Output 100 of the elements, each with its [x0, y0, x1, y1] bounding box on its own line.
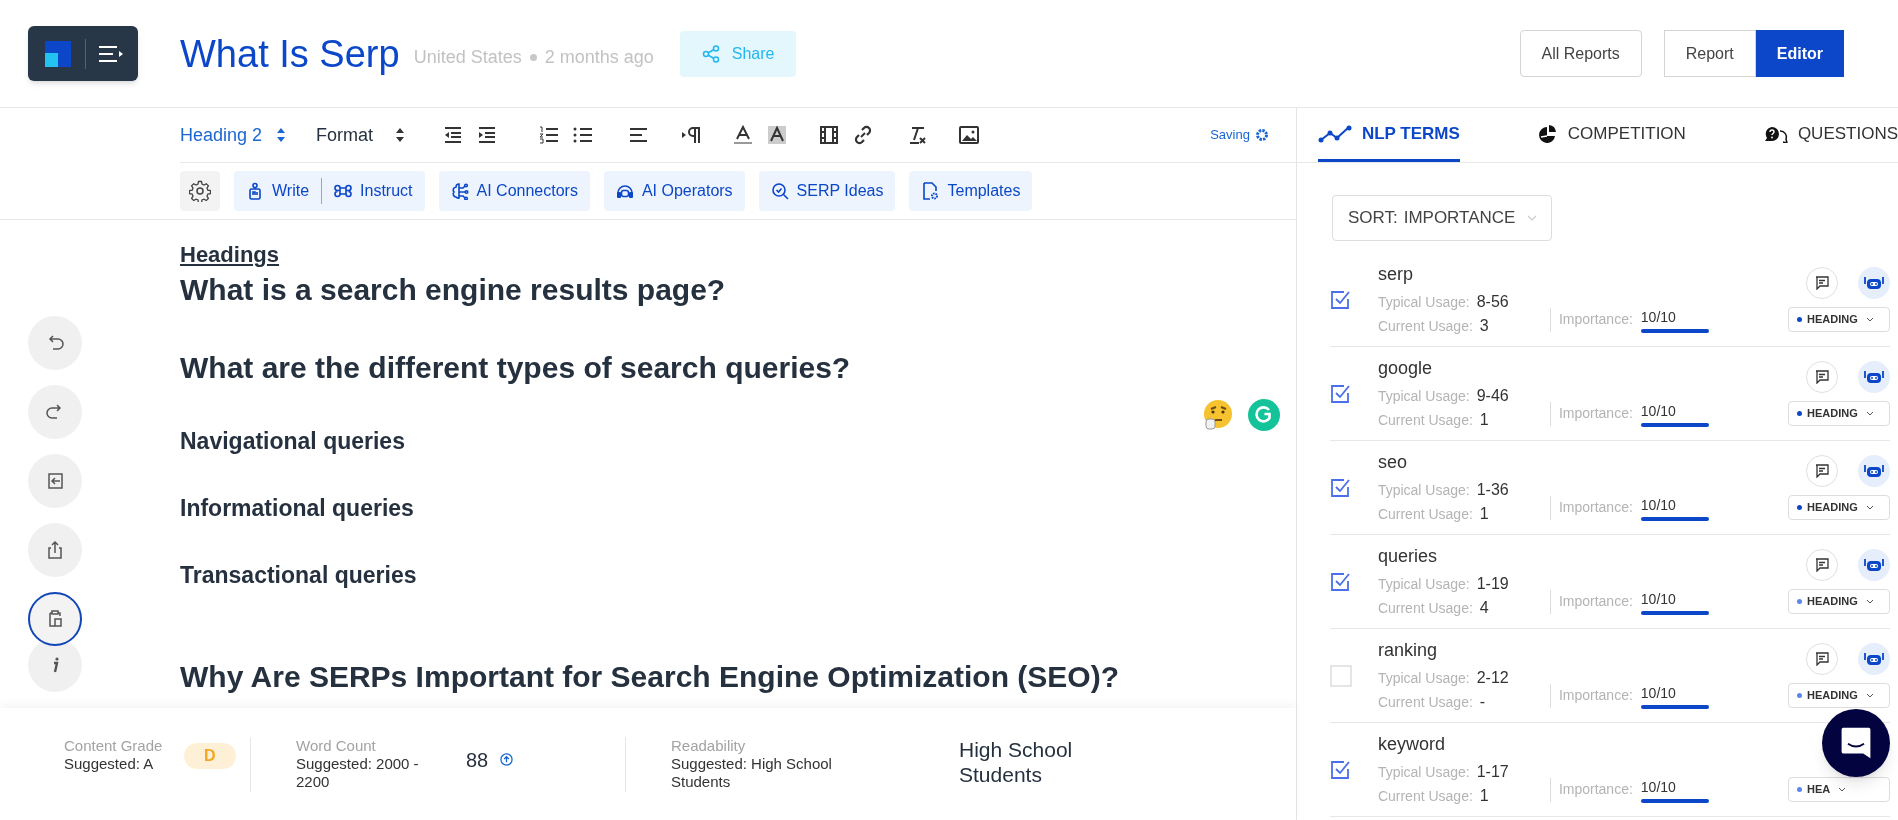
ai-tool-button[interactable]: Instruct	[334, 179, 413, 203]
text-color-button[interactable]	[733, 125, 754, 145]
film-button[interactable]	[819, 125, 840, 145]
section-tag-dropdown[interactable]: HEADING	[1788, 307, 1890, 332]
usage-value: 9-46	[1476, 385, 1509, 406]
checkbox-checked-icon[interactable]	[1329, 383, 1350, 404]
section-tag-dropdown[interactable]: HEADING	[1788, 589, 1890, 614]
chevron-down-icon	[1838, 787, 1847, 792]
ai-assist-button[interactable]	[1858, 455, 1890, 487]
comment-icon	[1815, 370, 1829, 384]
chat-launcher-button[interactable]	[1822, 709, 1890, 777]
robot-icon	[1864, 558, 1884, 572]
image-icon	[959, 125, 980, 145]
command-key-icon	[334, 182, 353, 200]
checkbox-checked-icon[interactable]	[1329, 571, 1350, 592]
block-format-dropdown[interactable]: Heading 2	[180, 121, 287, 149]
heading-three: Informational queries	[180, 494, 414, 523]
usage-label: Current Usage:	[1377, 410, 1473, 430]
sort-caret-icon	[276, 127, 287, 143]
usage-value: 1	[1479, 785, 1489, 806]
ai-assist-button[interactable]	[1858, 549, 1890, 581]
sort-dropdown[interactable]: SORT: IMPORTANCE	[1331, 195, 1552, 241]
section-label: Headings	[180, 241, 280, 269]
highlight-color-button[interactable]	[767, 125, 788, 145]
panel-tab[interactable]: QUESTIONS	[1763, 108, 1898, 162]
numbered-list-button[interactable]	[539, 125, 560, 145]
metric-label: Content Grade	[64, 736, 164, 755]
checkbox-checked-icon[interactable]	[1329, 477, 1350, 498]
section-tag-dropdown[interactable]: HEA	[1788, 777, 1890, 802]
view-toggle-button[interactable]: Report	[1663, 30, 1756, 77]
text-color-icon	[733, 125, 754, 145]
ai-tool-button[interactable]: Write	[246, 179, 310, 203]
term-name: keyword	[1377, 732, 1445, 756]
bullet-list-button[interactable]	[573, 125, 594, 145]
usage-value: 2-12	[1476, 667, 1509, 688]
robot-icon	[1864, 652, 1884, 666]
bullet-list-icon	[573, 125, 594, 145]
align-left-button[interactable]	[629, 125, 650, 145]
importance-label: Importance:	[1558, 592, 1633, 611]
importance-label: Importance:	[1558, 686, 1633, 705]
ai-assist-button[interactable]	[1858, 643, 1890, 675]
settings-button[interactable]	[180, 171, 220, 211]
logo-menu-button[interactable]	[28, 26, 138, 81]
outdent-button[interactable]	[443, 125, 464, 145]
film-icon	[819, 125, 840, 145]
clear-format-button[interactable]	[907, 125, 928, 145]
document-gear-icon	[921, 182, 940, 200]
link-button[interactable]	[853, 125, 874, 145]
comment-icon	[1815, 464, 1829, 478]
view-toggle-button[interactable]: Editor	[1755, 30, 1844, 77]
ai-assist-button[interactable]	[1858, 267, 1890, 299]
usage-value: 1-17	[1476, 761, 1509, 782]
paragraph-direction-button[interactable]	[681, 125, 702, 145]
heading-two: Why Are SERPs Important for Search Engine Optimization (SEO)?	[180, 659, 1119, 695]
comment-icon	[1815, 652, 1829, 666]
share-icon	[701, 44, 720, 63]
heading-three: Navigational queries	[180, 427, 405, 456]
side-tool-button[interactable]	[28, 592, 82, 646]
indent-button[interactable]	[477, 125, 498, 145]
robot-icon	[1864, 464, 1884, 478]
paragraph-direction-icon	[681, 125, 702, 145]
chevron-down-icon	[1865, 411, 1874, 416]
format-dropdown[interactable]: Format	[316, 121, 406, 149]
section-tag-dropdown[interactable]: HEADING	[1788, 401, 1890, 426]
term-name: seo	[1377, 450, 1407, 474]
chat-icon	[1840, 726, 1872, 760]
outdent-icon	[443, 125, 464, 145]
checkbox-checked-icon[interactable]	[1329, 759, 1350, 780]
section-tag-dropdown[interactable]: HEADING	[1788, 683, 1890, 708]
panel-tab[interactable]: COMPETITION	[1537, 108, 1686, 162]
usage-label: Current Usage:	[1377, 598, 1473, 618]
gear-icon	[1253, 127, 1270, 143]
importance-value: 10/10	[1640, 590, 1676, 608]
section-tag-dropdown[interactable]: HEADING	[1788, 495, 1890, 520]
robot-icon	[1864, 370, 1884, 384]
ai-assist-button[interactable]	[1858, 361, 1890, 393]
indent-icon	[477, 125, 498, 145]
readability-value: High School Students	[959, 736, 1074, 787]
pie-chart-icon	[1537, 124, 1558, 143]
importance-value: 10/10	[1640, 402, 1676, 420]
numbered-list-icon	[539, 125, 560, 145]
usage-value: -	[1479, 691, 1486, 712]
importance-value: 10/10	[1640, 496, 1676, 514]
all-reports-button[interactable]: All Reports	[1519, 30, 1642, 77]
usage-label: Typical Usage:	[1377, 292, 1470, 312]
comment-icon	[1815, 558, 1829, 572]
panel-tab[interactable]: NLP TERMS	[1317, 108, 1460, 162]
brain-circuit-icon	[450, 182, 469, 200]
importance-value: 10/10	[1640, 684, 1676, 702]
heading-two: What is a search engine results page?	[180, 272, 726, 308]
highlight-color-icon	[767, 125, 788, 145]
suggested-text: Suggested: 2000 - 2200	[296, 754, 420, 791]
chevron-down-icon	[1527, 215, 1538, 221]
checkbox-checked-icon[interactable]	[1329, 289, 1350, 310]
term-name: serp	[1377, 262, 1413, 286]
location-text: United States	[413, 46, 522, 69]
comment-icon	[1815, 276, 1829, 290]
align-left-icon	[629, 125, 650, 145]
image-button[interactable]	[959, 125, 980, 145]
checkbox-icon[interactable]	[1329, 664, 1352, 687]
